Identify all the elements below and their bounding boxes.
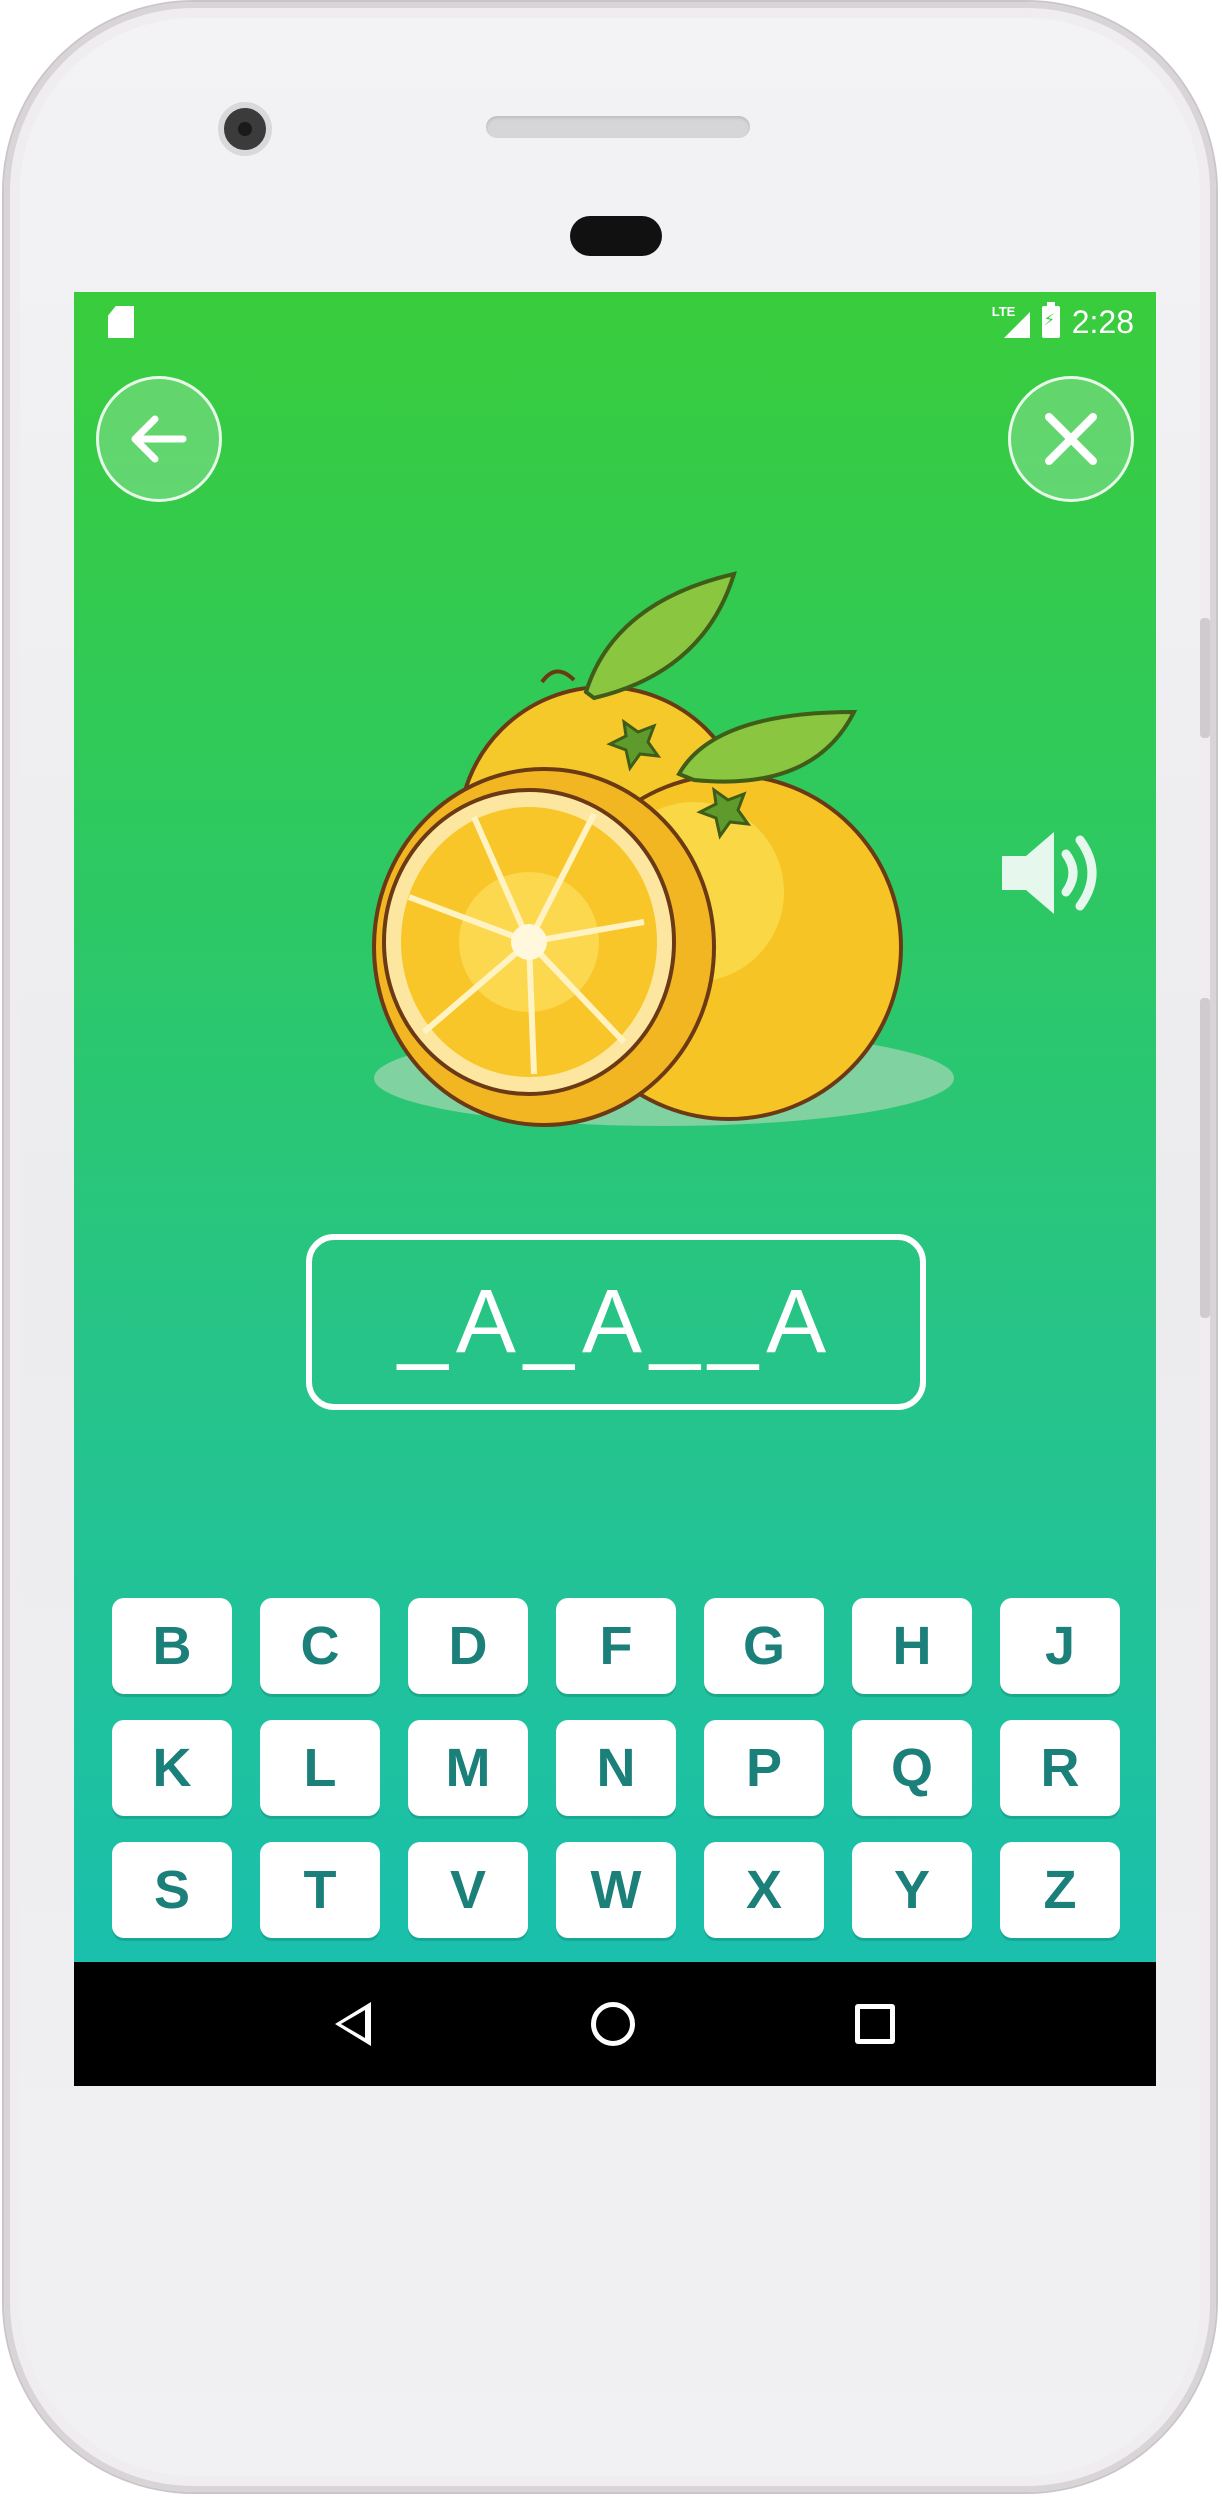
key-r[interactable]: R <box>1000 1720 1120 1816</box>
key-d[interactable]: D <box>408 1598 528 1694</box>
key-c[interactable]: C <box>260 1598 380 1694</box>
earpiece-speaker <box>486 116 750 138</box>
arrow-left-icon <box>131 415 187 463</box>
phone-frame: LTE 2:28 <box>4 2 1216 2492</box>
key-z[interactable]: Z <box>1000 1842 1120 1938</box>
key-l[interactable]: L <box>260 1720 380 1816</box>
clock: 2:28 <box>1071 303 1134 340</box>
key-h[interactable]: H <box>852 1598 972 1694</box>
key-b[interactable]: B <box>112 1598 232 1694</box>
battery-charging-icon <box>1041 302 1060 338</box>
system-nav-bar <box>74 1962 1156 2086</box>
keyboard-row: S T V W X Y Z <box>112 1842 1128 1938</box>
key-n[interactable]: N <box>556 1720 676 1816</box>
keyboard-row: K L M N P Q R <box>112 1720 1128 1816</box>
back-button[interactable] <box>96 376 222 502</box>
nav-recents-icon[interactable] <box>855 2004 895 2044</box>
sd-card-icon <box>108 306 134 338</box>
proximity-sensor <box>570 216 662 256</box>
front-camera <box>218 102 272 156</box>
key-m[interactable]: M <box>408 1720 528 1816</box>
key-s[interactable]: S <box>112 1842 232 1938</box>
key-p[interactable]: P <box>704 1720 824 1816</box>
keyboard-row: B C D F G H J <box>112 1598 1128 1694</box>
key-t[interactable]: T <box>260 1842 380 1938</box>
close-icon <box>1045 413 1097 465</box>
key-w[interactable]: W <box>556 1842 676 1938</box>
app-screen: LTE 2:28 <box>74 292 1156 2086</box>
key-k[interactable]: K <box>112 1720 232 1816</box>
orange-illustration <box>294 562 1014 1162</box>
status-bar: LTE 2:28 <box>74 292 1156 352</box>
signal-icon: LTE <box>992 302 1030 342</box>
word-display: _A_A__A <box>397 1271 835 1372</box>
key-y[interactable]: Y <box>852 1842 972 1938</box>
key-j[interactable]: J <box>1000 1598 1120 1694</box>
answer-box: _A_A__A <box>306 1234 926 1410</box>
sound-button[interactable] <box>996 818 1106 928</box>
key-v[interactable]: V <box>408 1842 528 1938</box>
key-f[interactable]: F <box>556 1598 676 1694</box>
key-g[interactable]: G <box>704 1598 824 1694</box>
close-button[interactable] <box>1008 376 1134 502</box>
speaker-icon <box>1002 832 1097 914</box>
key-x[interactable]: X <box>704 1842 824 1938</box>
volume-button <box>1200 618 1210 738</box>
power-button <box>1200 998 1210 1318</box>
nav-back-icon[interactable] <box>335 2002 371 2046</box>
nav-home-icon[interactable] <box>591 2002 635 2046</box>
key-q[interactable]: Q <box>852 1720 972 1816</box>
letter-keyboard: B C D F G H J K L M N P Q R S T V W X Y … <box>112 1598 1128 1964</box>
